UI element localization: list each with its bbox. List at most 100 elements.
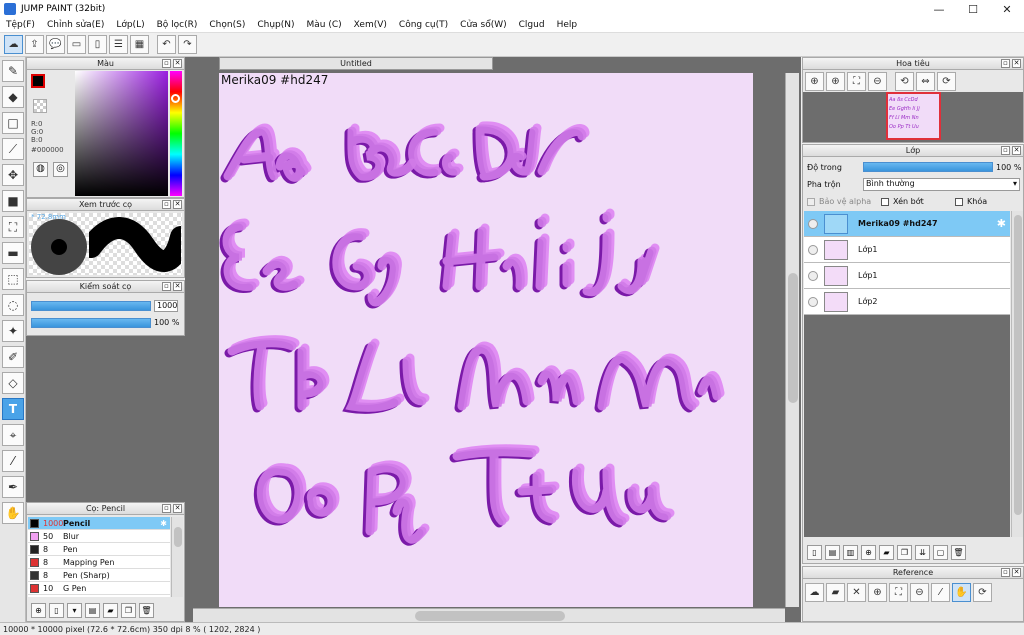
drawing-canvas[interactable]: Merika09 #hd247 [219,73,753,607]
menu-filter[interactable]: Bộ lọc(R) [151,20,204,30]
undo-icon[interactable]: ↶ [157,35,176,54]
float-icon[interactable]: ▫ [1001,59,1010,68]
eyedropper-icon[interactable]: ⁄ [931,583,950,602]
layer-row[interactable]: Lớp2 [804,289,1010,315]
add-menu-icon[interactable]: ⊕ [861,544,876,560]
menu-capture[interactable]: Chụp(N) [251,20,300,30]
fit-icon[interactable]: ⛶ [889,583,908,602]
rotate-left-icon[interactable]: ⟲ [895,72,914,91]
page-icon[interactable]: ▥ [843,544,858,560]
float-icon[interactable]: ▫ [162,59,171,68]
gear-icon[interactable]: ✱ [997,217,1006,230]
brush-menu-icon[interactable]: ▾ [67,602,82,618]
protect-alpha-checkbox[interactable] [807,197,815,206]
close-icon[interactable]: ✕ [173,504,182,513]
brush-icon[interactable]: ✎ [2,60,24,82]
settings-list-icon[interactable]: ☰ [109,35,128,54]
add-brush-icon[interactable]: ⊕ [31,602,46,618]
layer-row[interactable]: Lớp1 [804,237,1010,263]
menu-tools[interactable]: Công cụ(T) [393,20,454,30]
bucket-icon[interactable]: ⛶ [2,216,24,238]
lasso-icon[interactable]: ◌ [2,294,24,316]
eraser-icon[interactable]: ◆ [2,86,24,108]
brush-item[interactable]: 8 Pen (Sharp) [28,569,170,582]
hand-lasso-icon[interactable]: ⌖ [2,424,24,446]
fill-rect-icon[interactable]: ■ [2,190,24,212]
redo-icon[interactable]: ↷ [178,35,197,54]
layer-list-scrollbar[interactable] [1011,211,1023,537]
close-icon[interactable]: ✕ [173,282,182,291]
close-icon[interactable]: ✕ [1012,146,1021,155]
float-icon[interactable]: ▫ [162,504,171,513]
brush-item[interactable]: 1000 Pencil ✱ [28,517,170,530]
hue-slider[interactable] [170,71,182,196]
new-brush-icon[interactable]: ▯ [49,602,64,618]
color-wheel-icon[interactable]: ◎ [53,162,68,177]
canvas-horizontal-scrollbar[interactable] [193,608,785,622]
visibility-icon[interactable] [808,218,818,229]
new-layer-icon[interactable]: ▯ [807,544,822,560]
brush-item[interactable]: 10 G Pen [28,582,170,595]
rotate-icon[interactable]: ⟳ [973,583,992,602]
menu-edit[interactable]: Chỉnh sửa(E) [41,20,110,30]
menu-cloud[interactable]: Clgud [513,20,551,30]
canvas-vertical-scrollbar[interactable] [785,73,799,607]
float-icon[interactable]: ▫ [162,282,171,291]
duplicate-icon[interactable]: ❐ [897,544,912,560]
pen-icon[interactable]: ✒ [2,476,24,498]
trash-icon[interactable]: 🗑 [951,544,966,560]
saturation-value-picker[interactable] [75,71,168,196]
new-layer-alt-icon[interactable]: ▤ [825,544,840,560]
close-button[interactable]: ✕ [990,0,1024,18]
zoom-in-icon[interactable]: ⊕ [826,72,845,91]
layer-row[interactable]: Lớp1 [804,263,1010,289]
merge-icon[interactable]: ⇊ [915,544,930,560]
comment-alt-icon[interactable]: ▭ [67,35,86,54]
share-icon[interactable]: ⇪ [25,35,44,54]
rotate-right-icon[interactable]: ⟳ [937,72,956,91]
menu-color[interactable]: Màu (C) [301,20,348,30]
marquee-icon[interactable]: ⬚ [2,268,24,290]
brush-size-slider[interactable] [31,301,151,311]
cloud-icon[interactable]: ☁ [4,35,23,54]
menu-layer[interactable]: Lớp(L) [110,20,150,30]
close-icon[interactable]: ✕ [173,200,182,209]
visibility-icon[interactable] [808,244,818,255]
select-eraser-icon[interactable]: ◇ [2,372,24,394]
brush-item[interactable]: 50 Blur [28,530,170,543]
pen-select-icon[interactable]: ✐ [2,346,24,368]
menu-help[interactable]: Help [551,20,584,30]
move-icon[interactable]: ✥ [2,164,24,186]
zoom-out-icon[interactable]: ⊖ [868,72,887,91]
close-icon[interactable]: ✕ [1012,59,1021,68]
trash-icon[interactable]: 🗑 [139,602,154,618]
eyedropper-icon[interactable]: ⁄ [2,450,24,472]
menu-window[interactable]: Cửa sổ(W) [454,20,512,30]
brush-opacity-slider[interactable] [31,318,151,328]
brush-list-scrollbar[interactable] [171,517,183,597]
comment-icon[interactable]: 💬 [46,35,65,54]
actual-size-icon[interactable]: ⛶ [847,72,866,91]
rect-select-icon[interactable]: □ [2,112,24,134]
hand-icon[interactable]: ✋ [952,583,971,602]
zoom-in-icon[interactable]: ⊕ [868,583,887,602]
hand-icon[interactable]: ✋ [2,502,24,524]
close-reference-icon[interactable]: ✕ [847,583,866,602]
document-tab[interactable]: Untitled [219,57,493,70]
visibility-icon[interactable] [808,296,818,307]
float-icon[interactable]: ▫ [162,200,171,209]
zoom-fit-icon[interactable]: ⊕ [805,72,824,91]
magic-wand-icon[interactable]: ✦ [2,320,24,342]
menu-view[interactable]: Xem(V) [348,20,393,30]
blend-mode-select[interactable]: Bình thường ▾ [863,178,1020,191]
lock-checkbox[interactable] [955,197,963,206]
minimize-button[interactable]: — [922,0,956,18]
page-icon[interactable]: ▯ [88,35,107,54]
gradient-icon[interactable]: ▬ [2,242,24,264]
layer-row[interactable]: Merika09 #hd247 ✱ [804,211,1010,237]
navigator-thumbnail[interactable]: Aa ßs CcDd Ee GgHh Ii Jj Ff Ll Mm Nn Oo … [886,92,941,140]
text-icon[interactable]: T [2,398,24,420]
copy-icon[interactable]: ❐ [121,602,136,618]
clipping-checkbox[interactable] [881,197,889,206]
visibility-icon[interactable] [808,270,818,281]
